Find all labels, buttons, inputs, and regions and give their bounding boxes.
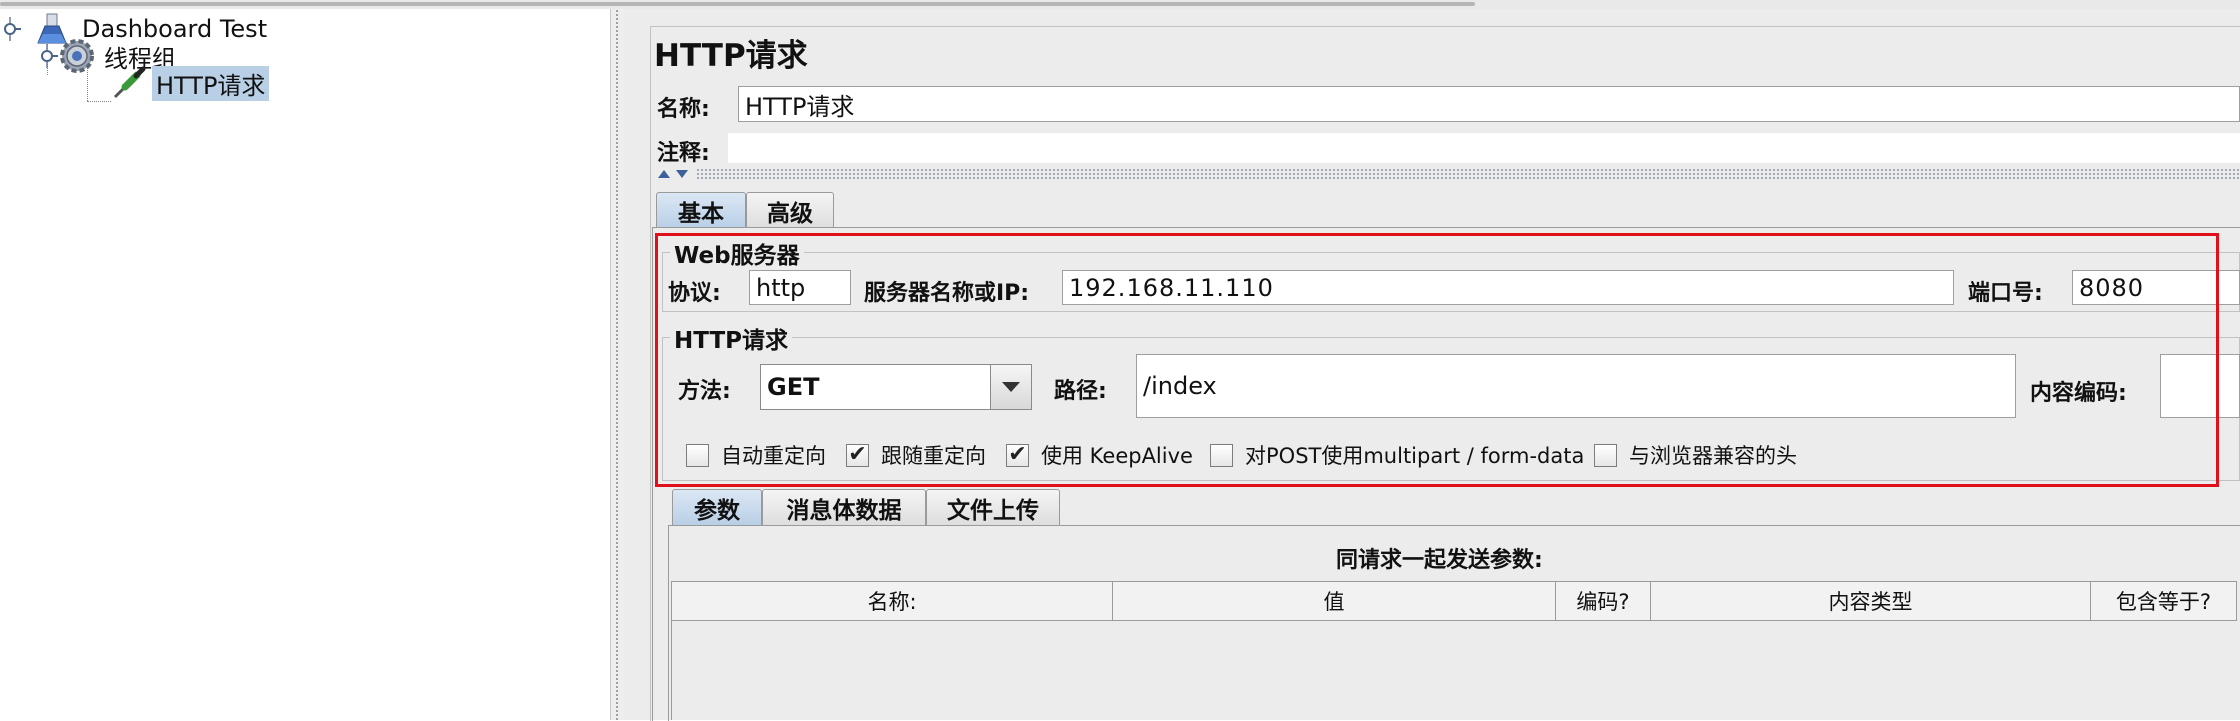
column-header-encode[interactable]: 编码?	[1556, 582, 1651, 620]
tab-advanced[interactable]: 高级	[746, 192, 834, 228]
collapse-arrows-icon[interactable]	[656, 167, 692, 181]
test-plan-tree: Dashboard Test 线程组 HTTP请求	[0, 9, 610, 720]
tab-body-data[interactable]: 消息体数据	[762, 489, 926, 525]
pipette-icon	[113, 66, 146, 99]
name-field[interactable]: HTTP请求	[738, 86, 2240, 122]
tab-basic[interactable]: 基本	[656, 192, 746, 228]
scrollbar-thumb[interactable]	[0, 2, 1475, 6]
params-table-header: 名称: 值 编码? 内容类型 包含等于?	[671, 581, 2237, 621]
page-title: HTTP请求	[654, 38, 808, 74]
params-caption: 同请求一起发送参数:	[1336, 548, 1543, 573]
tab-parameters[interactable]: 参数	[672, 489, 762, 525]
comment-field[interactable]	[728, 133, 2240, 163]
section-divider[interactable]	[696, 168, 2240, 180]
splitter-grip[interactable]	[615, 9, 619, 720]
column-header-name[interactable]: 名称:	[672, 582, 1113, 620]
column-header-value[interactable]: 值	[1113, 582, 1556, 620]
highlight-box	[655, 233, 2219, 487]
column-header-content-type[interactable]: 内容类型	[1651, 582, 2091, 620]
name-label: 名称:	[657, 97, 710, 122]
tab-file-upload[interactable]: 文件上传	[926, 489, 1060, 525]
tree-item-label: HTTP请求	[152, 65, 270, 101]
tree-toggle-icon[interactable]	[1, 17, 21, 41]
tree-item-http-request[interactable]: HTTP请求	[111, 65, 270, 101]
tree-connector	[87, 101, 111, 102]
tree-toggle-icon[interactable]	[38, 44, 58, 68]
gear-icon	[60, 39, 94, 73]
comment-label: 注释:	[657, 141, 710, 166]
params-table-body[interactable]	[671, 621, 2237, 720]
column-header-include-equals[interactable]: 包含等于?	[2091, 582, 2236, 620]
